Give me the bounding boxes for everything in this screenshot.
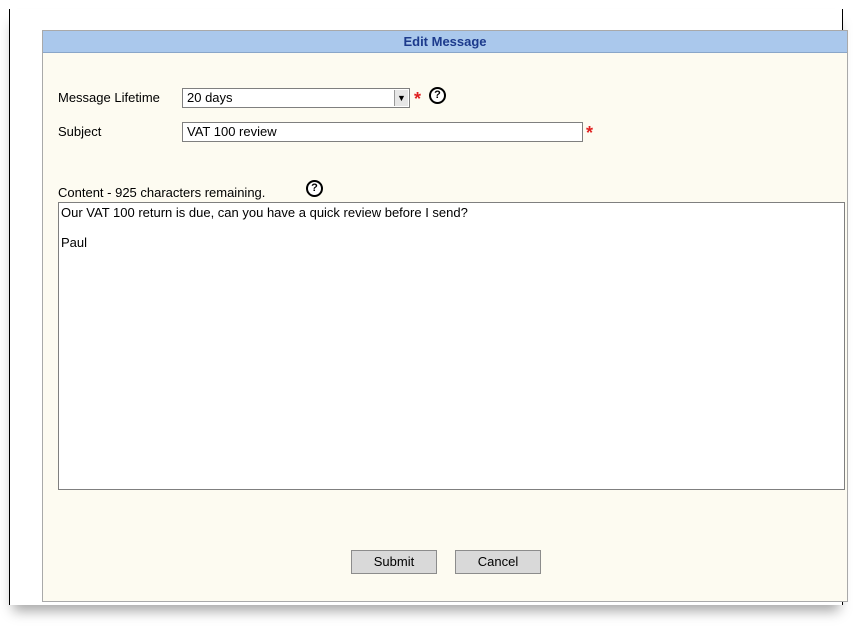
- chevron-down-icon[interactable]: ▼: [394, 90, 408, 106]
- content-textarea[interactable]: Our VAT 100 return is due, can you have …: [58, 202, 845, 490]
- content-help-icon[interactable]: ?: [306, 180, 323, 197]
- edit-message-dialog: Edit Message Message Lifetime 20 days ▼ …: [42, 30, 848, 602]
- dialog-title: Edit Message: [43, 31, 847, 53]
- content-line: [61, 220, 842, 235]
- message-lifetime-select[interactable]: 20 days ▼: [182, 88, 410, 108]
- message-lifetime-label: Message Lifetime: [58, 90, 160, 105]
- lifetime-help-icon[interactable]: ?: [429, 87, 446, 104]
- subject-input[interactable]: VAT 100 review: [182, 122, 583, 142]
- content-line: Paul: [61, 235, 88, 250]
- required-asterisk-icon: *: [586, 123, 594, 143]
- subject-label: Subject: [58, 124, 102, 139]
- content-line: Our VAT 100 return is due, can you have …: [61, 205, 468, 220]
- cancel-button[interactable]: Cancel: [455, 550, 541, 574]
- content-label: Content - 925 characters remaining.: [58, 185, 266, 200]
- window-frame: Edit Message Message Lifetime 20 days ▼ …: [9, 9, 848, 605]
- message-lifetime-value: 20 days: [187, 90, 233, 105]
- required-asterisk-icon: *: [414, 89, 422, 109]
- submit-button[interactable]: Submit: [351, 550, 437, 574]
